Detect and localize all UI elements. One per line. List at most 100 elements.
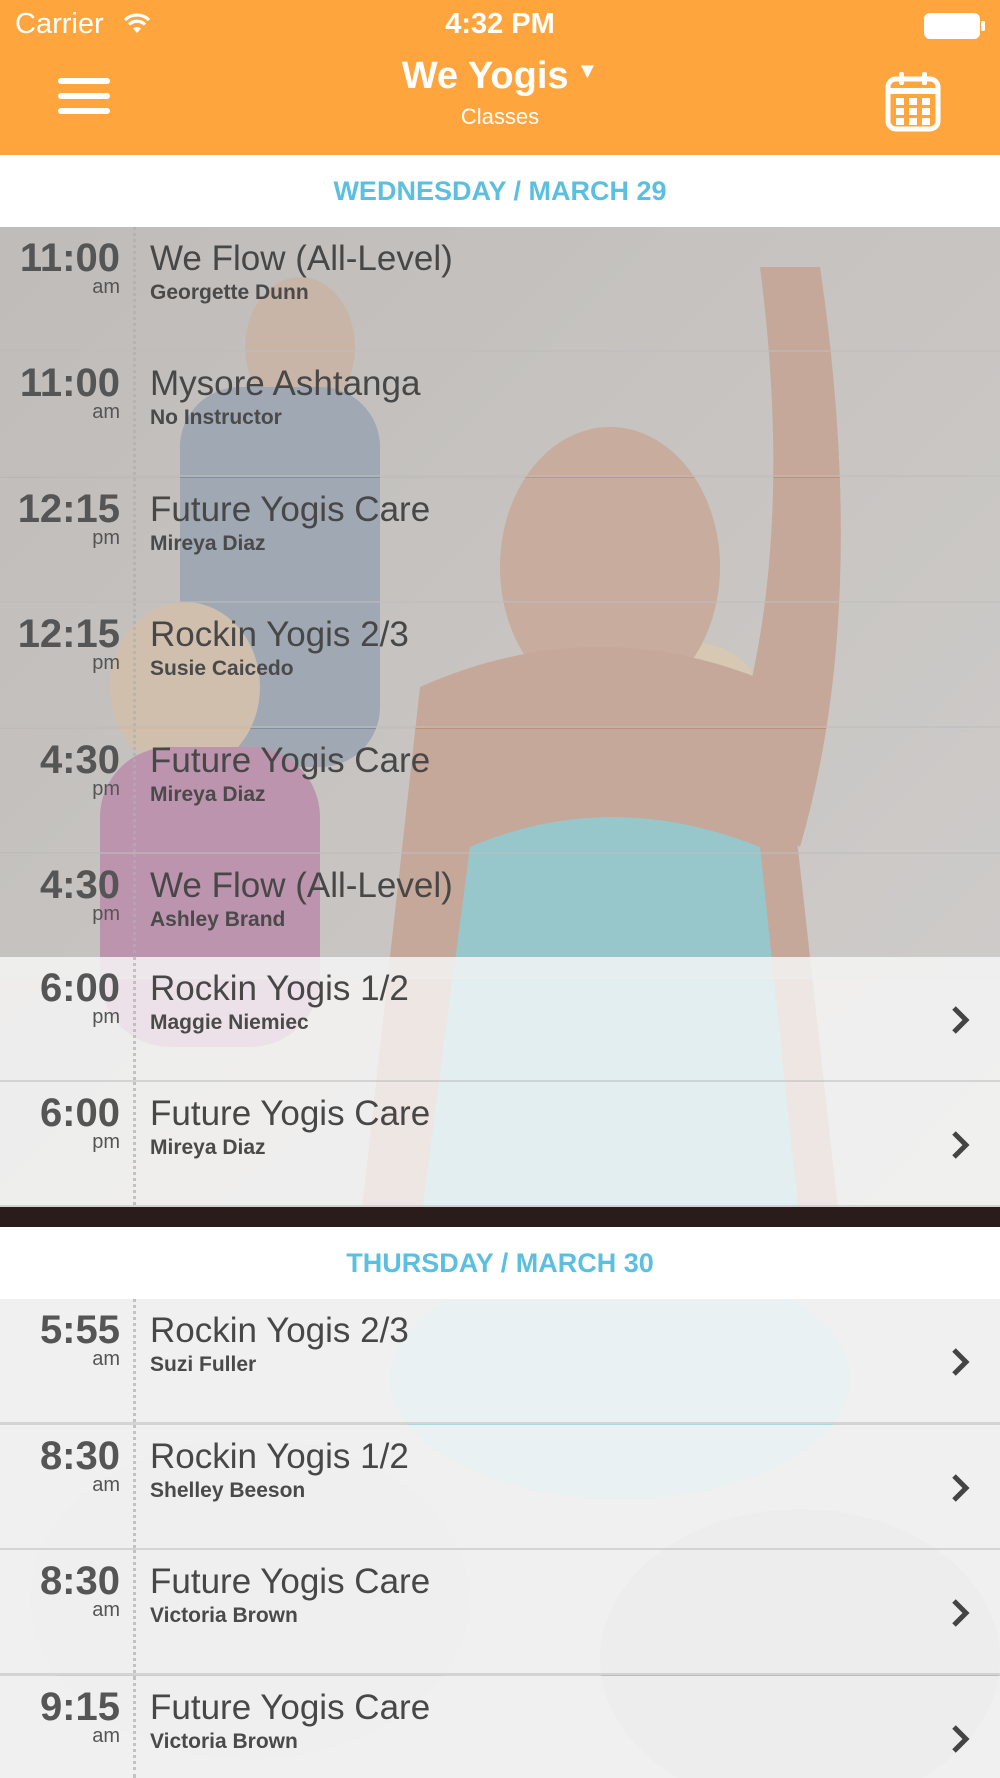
class-name: We Flow (All-Level) bbox=[150, 239, 453, 278]
class-time: 4:30 pm bbox=[0, 738, 120, 800]
time-value: 8:30 bbox=[39, 1434, 120, 1478]
class-row[interactable]: 8:30 am Rockin Yogis 1/2 Shelley Beeson bbox=[0, 1425, 1000, 1550]
time-ampm: am bbox=[92, 401, 120, 423]
time-value: 8:30 bbox=[39, 1559, 120, 1603]
time-value: 9:15 bbox=[39, 1685, 120, 1729]
time-ampm: am bbox=[92, 1599, 120, 1621]
time-value: 6:00 bbox=[39, 966, 120, 1010]
class-info: Future Yogis Care Mireya Diaz bbox=[150, 1094, 430, 1160]
time-ampm: pm bbox=[92, 1006, 120, 1028]
class-row: 11:00 am We Flow (All-Level) Georgette D… bbox=[0, 227, 1000, 352]
chevron-right-icon bbox=[952, 1348, 970, 1376]
time-value: 4:30 bbox=[39, 863, 120, 907]
time-value: 12:15 bbox=[17, 487, 120, 531]
time-ampm: pm bbox=[92, 527, 120, 549]
chevron-right-icon bbox=[952, 1725, 970, 1753]
timeline-divider bbox=[133, 603, 136, 726]
class-row[interactable]: 6:00 pm Future Yogis Care Mireya Diaz bbox=[0, 1082, 1000, 1207]
class-instructor: Mireya Diaz bbox=[150, 532, 266, 555]
timeline-divider bbox=[133, 352, 136, 475]
class-instructor: Shelley Beeson bbox=[150, 1479, 306, 1502]
class-name: Rockin Yogis 1/2 bbox=[150, 969, 409, 1008]
time-value: 11:00 bbox=[19, 361, 120, 405]
class-time: 9:15 am bbox=[0, 1685, 120, 1747]
time-ampm: am bbox=[92, 1725, 120, 1747]
class-instructor: Susie Caicedo bbox=[150, 657, 294, 680]
timeline-divider bbox=[133, 1299, 136, 1422]
class-instructor: Maggie Niemiec bbox=[150, 1011, 309, 1034]
status-bar: Carrier 4:32 PM bbox=[0, 0, 1000, 50]
class-row[interactable]: 8:30 am Future Yogis Care Victoria Brown bbox=[0, 1550, 1000, 1675]
calendar-icon[interactable] bbox=[885, 70, 941, 132]
class-row: 12:15 pm Future Yogis Care Mireya Diaz bbox=[0, 478, 1000, 603]
class-name: Mysore Ashtanga bbox=[150, 364, 421, 403]
timeline-divider bbox=[133, 1425, 136, 1548]
time-ampm: am bbox=[92, 1348, 120, 1370]
class-time: 4:30 pm bbox=[0, 863, 120, 925]
class-info: Future Yogis Care Victoria Brown bbox=[150, 1562, 430, 1628]
class-row: 4:30 pm Future Yogis Care Mireya Diaz bbox=[0, 729, 1000, 854]
time-ampm: pm bbox=[92, 1131, 120, 1153]
battery-icon bbox=[924, 13, 985, 39]
app-subtitle: Classes bbox=[460, 104, 540, 129]
class-time: 11:00 am bbox=[0, 361, 120, 423]
time-ampm: pm bbox=[92, 778, 120, 800]
class-time: 5:55 am bbox=[0, 1308, 120, 1370]
time-ampm: pm bbox=[92, 652, 120, 674]
timeline-divider bbox=[133, 729, 136, 852]
header-title-area: We Yogis ▼ Classes bbox=[250, 55, 750, 130]
timeline-divider bbox=[133, 478, 136, 601]
chevron-right-icon bbox=[952, 1006, 970, 1034]
class-name: Rockin Yogis 2/3 bbox=[150, 615, 409, 654]
class-name: Future Yogis Care bbox=[150, 490, 431, 529]
class-info: Rockin Yogis 1/2 Shelley Beeson bbox=[150, 1437, 409, 1503]
class-instructor: Mireya Diaz bbox=[150, 1136, 266, 1159]
timeline-divider bbox=[133, 1676, 136, 1778]
class-row[interactable]: 5:55 am Rockin Yogis 2/3 Suzi Fuller bbox=[0, 1299, 1000, 1424]
time-value: 12:15 bbox=[17, 612, 120, 656]
class-instructor: Georgette Dunn bbox=[150, 281, 309, 304]
class-info: Future Yogis Care Mireya Diaz bbox=[150, 741, 430, 807]
class-name: Future Yogis Care bbox=[150, 1562, 431, 1601]
class-time: 8:30 am bbox=[0, 1434, 120, 1496]
class-info: Future Yogis Care Victoria Brown bbox=[150, 1688, 430, 1754]
time-value: 11:00 bbox=[19, 236, 120, 280]
class-time: 12:15 pm bbox=[0, 612, 120, 674]
class-instructor: Mireya Diaz bbox=[150, 783, 266, 806]
class-name: Rockin Yogis 1/2 bbox=[150, 1437, 409, 1476]
timeline-divider bbox=[133, 1550, 136, 1673]
class-row: 12:15 pm Rockin Yogis 2/3 Susie Caicedo bbox=[0, 603, 1000, 728]
timeline-divider bbox=[133, 1082, 136, 1205]
time-ampm: am bbox=[92, 276, 120, 298]
day-header-wednesday: WEDNESDAY / MARCH 29 bbox=[0, 155, 1000, 227]
class-time: 6:00 pm bbox=[0, 1092, 120, 1153]
time-value: 4:30 bbox=[39, 738, 120, 782]
class-row[interactable]: 6:00 pm Rockin Yogis 1/2 Maggie Niemiec bbox=[0, 957, 1000, 1082]
class-time: 8:30 am bbox=[0, 1559, 120, 1621]
app-header: Carrier 4:32 PM We Yogis ▼ Classes bbox=[0, 0, 1000, 155]
class-instructor: Victoria Brown bbox=[150, 1730, 298, 1753]
class-time: 6:00 pm bbox=[0, 966, 120, 1028]
time-ampm: am bbox=[92, 1474, 120, 1496]
status-time: 4:32 PM bbox=[445, 8, 555, 40]
chevron-right-icon bbox=[952, 1474, 970, 1502]
class-instructor: No Instructor bbox=[150, 406, 282, 429]
chevron-right-icon bbox=[952, 1599, 970, 1627]
class-info: Future Yogis Care Mireya Diaz bbox=[150, 490, 430, 556]
chevron-right-icon bbox=[952, 1131, 970, 1159]
class-row: 11:00 am Mysore Ashtanga No Instructor bbox=[0, 352, 1000, 477]
time-ampm: pm bbox=[92, 903, 120, 925]
hamburger-menu-icon[interactable] bbox=[58, 78, 110, 122]
class-time: 12:15 pm bbox=[0, 487, 120, 549]
class-info: We Flow (All-Level) Ashley Brand bbox=[150, 866, 453, 932]
class-time: 11:00 am bbox=[0, 236, 120, 298]
studio-selector[interactable]: We Yogis ▼ bbox=[402, 55, 599, 98]
time-value: 5:55 bbox=[39, 1308, 120, 1352]
timeline-divider bbox=[133, 957, 136, 1080]
timeline-divider bbox=[133, 227, 136, 350]
class-info: We Flow (All-Level) Georgette Dunn bbox=[150, 239, 453, 305]
class-name: Future Yogis Care bbox=[150, 1688, 431, 1727]
class-row[interactable]: 9:15 am Future Yogis Care Victoria Brown bbox=[0, 1676, 1000, 1778]
class-info: Mysore Ashtanga No Instructor bbox=[150, 364, 420, 430]
class-name: Future Yogis Care bbox=[150, 741, 431, 780]
